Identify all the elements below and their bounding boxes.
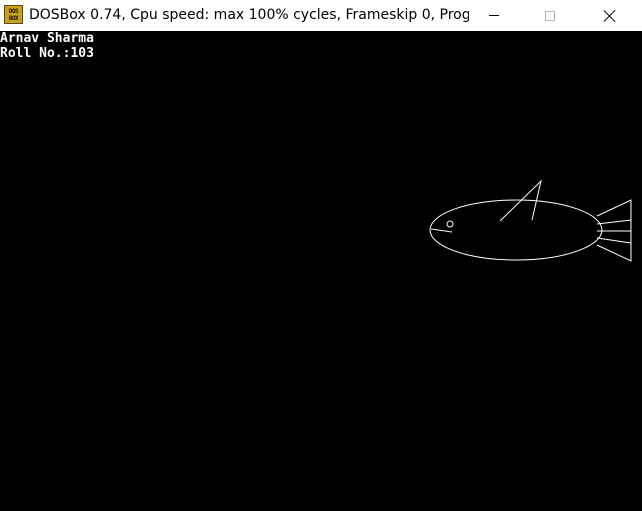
icon-text-bottom: BOX: [8, 14, 19, 22]
fish-drawing: [429, 179, 632, 262]
minimize-button[interactable]: [471, 0, 517, 31]
fish-tail-ray-1: [596, 219, 632, 225]
minimize-icon: [489, 15, 499, 16]
dos-screen[interactable]: Arnav Sharma Roll No.:103: [0, 31, 642, 511]
fish-body: [429, 199, 603, 261]
close-button[interactable]: [587, 0, 633, 31]
maximize-button[interactable]: [527, 0, 573, 31]
fish-tail-ray-3: [596, 237, 632, 244]
close-icon: [603, 9, 617, 23]
fish-eye: [446, 220, 454, 228]
title-bar[interactable]: DOS BOX DOSBox 0.74, Cpu speed: max 100%…: [0, 0, 642, 31]
maximize-icon: [545, 10, 555, 21]
dosbox-icon[interactable]: DOS BOX: [4, 5, 23, 24]
window-title: DOSBox 0.74, Cpu speed: max 100% cycles,…: [29, 7, 469, 23]
fish-mouth: [430, 228, 453, 233]
dosbox-window: DOS BOX DOSBox 0.74, Cpu speed: max 100%…: [0, 0, 642, 511]
icon-text-top: DOS: [8, 7, 19, 15]
